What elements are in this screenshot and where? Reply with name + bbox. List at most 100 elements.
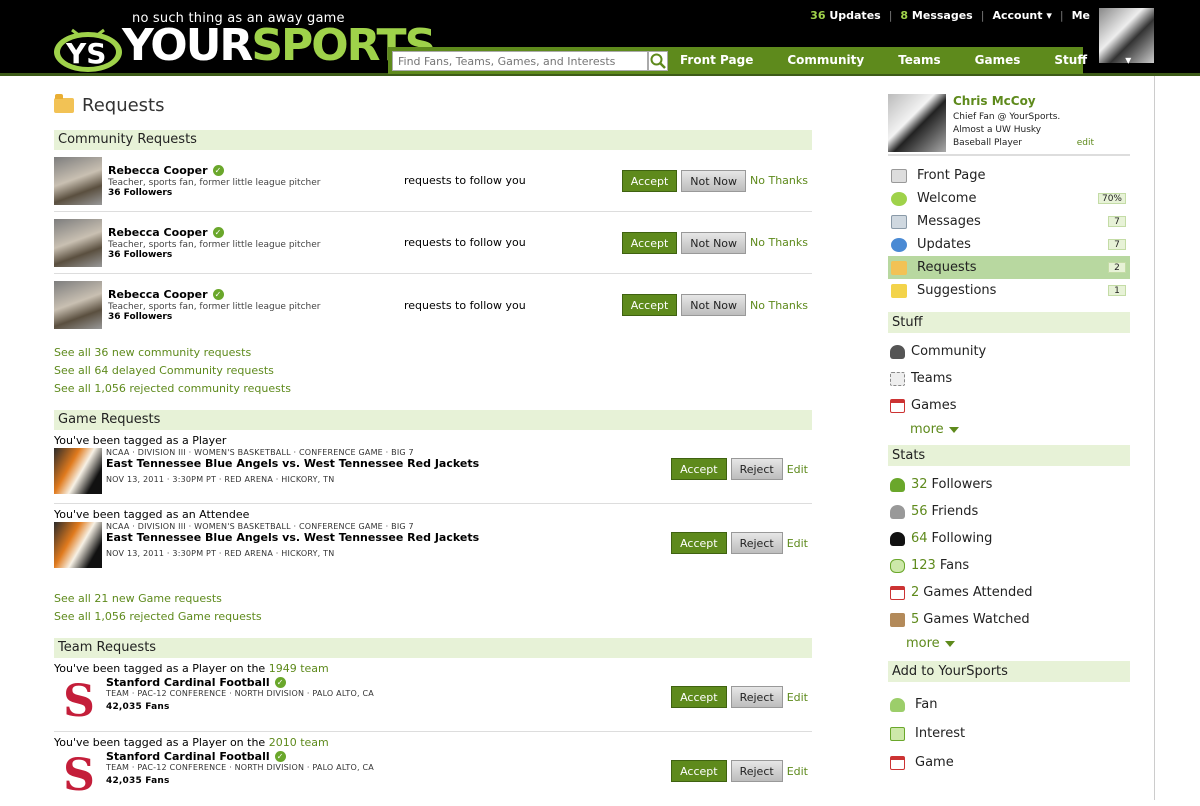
profile-name[interactable]: Chris McCoy <box>953 94 1063 108</box>
requester-name[interactable]: Rebecca Cooper ✓ <box>108 288 408 301</box>
not-now-button[interactable]: Not Now <box>681 231 747 254</box>
profile-edit-link[interactable]: edit <box>1077 138 1094 148</box>
game-title[interactable]: East Tennessee Blue Angels vs. West Tenn… <box>106 457 479 470</box>
stat-games-attended[interactable]: 2 Games Attended <box>888 579 1130 606</box>
nav-teams[interactable]: Teams <box>898 47 940 74</box>
accept-button[interactable]: Accept <box>621 169 678 192</box>
sidebar-item-suggestions[interactable]: Suggestions 1 <box>888 279 1130 302</box>
sidebar-item-updates[interactable]: Updates 7 <box>888 233 1130 256</box>
stuff-teams[interactable]: Teams <box>888 365 1130 392</box>
stat-friends[interactable]: 56 Friends <box>888 498 1130 525</box>
stanford-s-icon[interactable]: S <box>62 750 96 796</box>
nav-games[interactable]: Games <box>975 47 1021 74</box>
no-thanks-link[interactable]: No Thanks <box>750 299 808 312</box>
hand-icon <box>890 558 905 573</box>
profile-card: Chris McCoy Chief Fan @ YourSports. Almo… <box>888 94 1130 156</box>
stats-more-link[interactable]: more <box>888 633 1130 655</box>
me-link[interactable]: Me <box>1072 9 1090 22</box>
chevron-down-icon <box>948 426 959 433</box>
team-name[interactable]: Stanford Cardinal Football ✓ <box>106 750 374 763</box>
game-requests-list: You've been tagged as a Player NCAA · DI… <box>54 430 812 578</box>
stuff-heading: Stuff <box>888 312 1130 333</box>
requests-badge: 2 <box>1108 262 1126 273</box>
accept-button[interactable]: Accept <box>621 231 678 254</box>
edit-link[interactable]: Edit <box>787 765 808 778</box>
sidebar-item-requests[interactable]: Requests 2 <box>888 256 1130 279</box>
account-menu[interactable]: Account ▾ <box>992 9 1051 22</box>
see-all-delayed-community[interactable]: See all 64 delayed Community requests <box>54 362 812 380</box>
accept-button[interactable]: Accept <box>621 294 678 316</box>
requester-photo[interactable] <box>54 218 102 267</box>
reject-button[interactable]: Reject <box>730 532 783 554</box>
accept-button[interactable]: Accept <box>671 760 727 782</box>
game-photo[interactable] <box>54 448 102 494</box>
stat-followers[interactable]: 32 Followers <box>888 471 1130 498</box>
see-all-new-community[interactable]: See all 36 new community requests <box>54 344 812 362</box>
game-details: NOV 13, 2011 · 3:30PM PT · RED ARENA · H… <box>106 549 335 558</box>
stuff-more-link[interactable]: more <box>888 419 1130 441</box>
add-game[interactable]: Game <box>888 748 1130 777</box>
messages-link[interactable]: 8 Messages <box>900 9 972 22</box>
see-all-rejected-community[interactable]: See all 1,056 rejected community request… <box>54 380 812 398</box>
requester-photo[interactable] <box>54 156 102 205</box>
reject-button[interactable]: Reject <box>730 686 783 708</box>
edit-link[interactable]: Edit <box>787 537 808 550</box>
add-interest[interactable]: Interest <box>888 719 1130 748</box>
nav-stuff[interactable]: Stuff ▾ <box>1054 47 1131 74</box>
envelope-icon <box>891 214 907 229</box>
game-details: NOV 13, 2011 · 3:30PM PT · RED ARENA · H… <box>106 475 335 484</box>
edit-link[interactable]: Edit <box>787 691 808 704</box>
stat-following[interactable]: 64 Following <box>888 525 1130 552</box>
stat-fans[interactable]: 123 Fans <box>888 552 1130 579</box>
search-input[interactable] <box>392 51 648 71</box>
no-thanks-link[interactable]: No Thanks <box>750 174 808 187</box>
community-see-all: See all 36 new community requests See al… <box>54 344 812 398</box>
see-all-new-game[interactable]: See all 21 new Game requests <box>54 590 812 608</box>
chevron-down-icon <box>944 640 955 647</box>
team-request-row: You've been tagged as a Player on the 19… <box>54 658 812 732</box>
main-content: Requests Community Requests Rebecca Coop… <box>54 90 812 806</box>
nav-community[interactable]: Community <box>787 47 864 74</box>
people-icon <box>890 344 905 359</box>
game-photo[interactable] <box>54 522 102 568</box>
add-fan[interactable]: Fan <box>888 690 1130 719</box>
stats-heading: Stats <box>888 445 1130 466</box>
not-now-button[interactable]: Not Now <box>681 294 747 316</box>
requester-photo[interactable] <box>54 281 102 329</box>
no-thanks-link[interactable]: No Thanks <box>750 236 808 249</box>
see-all-rejected-game[interactable]: See all 1,056 rejected Game requests <box>54 608 812 626</box>
sidebar-item-welcome[interactable]: Welcome 70% <box>888 187 1130 210</box>
team-request-row: You've been tagged as a Player on the 20… <box>54 732 812 806</box>
team-name[interactable]: Stanford Cardinal Football ✓ <box>106 676 374 689</box>
stanford-s-icon[interactable]: S <box>62 676 96 722</box>
nav-front-page[interactable]: Front Page <box>680 47 753 74</box>
accept-button[interactable]: Accept <box>671 532 727 554</box>
reject-button[interactable]: Reject <box>730 760 783 782</box>
updates-link[interactable]: 36 Updates <box>810 9 881 22</box>
requester-name[interactable]: Rebecca Cooper ✓ <box>108 164 408 177</box>
team-year-link[interactable]: 1949 team <box>269 662 329 675</box>
team-fans: 42,035 Fans <box>106 776 170 786</box>
search-button[interactable] <box>648 51 668 71</box>
add-fan-icon <box>890 697 905 712</box>
ys-small-icon <box>891 191 907 206</box>
page-title: Requests <box>54 90 812 120</box>
verified-icon: ✓ <box>212 164 224 176</box>
accept-button[interactable]: Accept <box>671 458 727 480</box>
community-request-row: Rebecca Cooper ✓ Teacher, sports fan, for… <box>54 150 812 212</box>
sidebar-item-messages[interactable]: Messages 7 <box>888 210 1130 233</box>
stat-games-watched[interactable]: 5 Games Watched <box>888 606 1130 633</box>
stuff-community[interactable]: Community <box>888 338 1130 365</box>
reject-button[interactable]: Reject <box>730 458 783 480</box>
stuff-games[interactable]: Games <box>888 392 1130 419</box>
game-title[interactable]: East Tennessee Blue Angels vs. West Tenn… <box>106 531 479 544</box>
requester-name[interactable]: Rebecca Cooper ✓ <box>108 226 408 239</box>
sidebar-item-front-page[interactable]: Front Page <box>888 164 1130 187</box>
yoursports-logo[interactable]: no such thing as an away game YS YOURSPO… <box>52 8 436 73</box>
team-year-link[interactable]: 2010 team <box>269 736 329 749</box>
edit-link[interactable]: Edit <box>787 463 808 476</box>
not-now-button[interactable]: Not Now <box>681 169 747 192</box>
profile-photo[interactable] <box>888 94 946 152</box>
game-tag-line: You've been tagged as a Player <box>54 434 227 447</box>
accept-button[interactable]: Accept <box>671 686 727 708</box>
